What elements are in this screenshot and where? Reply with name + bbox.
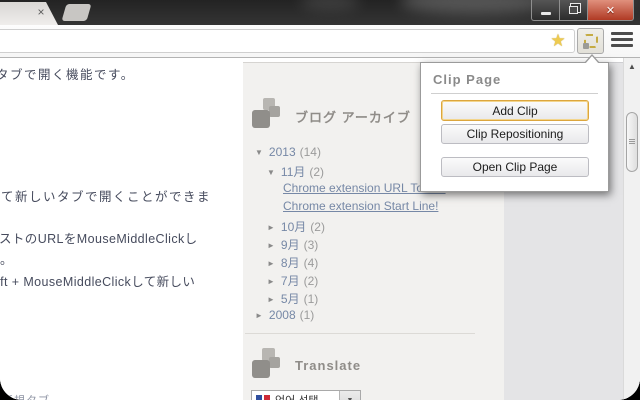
body-text-line: て新しいタブで開くことができま [1,190,212,204]
tab-strip: × ✕ [0,0,640,25]
clip-repositioning-button[interactable]: Clip Repositioning [441,124,589,144]
body-text-line: ストのURLをMouseMiddleClickし [0,232,198,246]
archive-month-link[interactable]: 7月 [281,274,300,288]
body-text-line: タブで開く機能です。 [0,68,135,82]
post-count: (2) [310,220,325,234]
language-select[interactable]: 언어 선택 ▼ [251,390,361,400]
tree-open-icon[interactable]: ▼ [267,168,275,177]
browser-toolbar: ★ [0,25,640,58]
popup-arrow [585,56,599,64]
clip-page-popup: Clip Page Add Clip Clip Repositioning Op… [420,54,609,192]
menu-icon[interactable] [611,32,633,50]
clipped-text-line: 新規タブ [2,392,50,400]
archive-year-link[interactable]: 2008 [269,308,296,322]
gadget-icon [269,106,280,117]
popup-title: Clip Page [433,72,502,87]
body-text-line: ift + MouseMiddleClickして新しい [0,275,196,289]
archive-month-link[interactable]: 11月 [281,165,305,179]
bookmark-star-icon[interactable]: ★ [548,31,568,51]
translate-gadget-title: Translate [295,358,362,373]
post-count: (4) [303,256,319,270]
active-tab[interactable] [0,2,58,25]
gadget-icon [252,360,270,378]
new-tab-button[interactable] [61,4,92,21]
archive-gadget-title: ブログ アーカイブ [295,110,411,125]
archive-month-row: ► 7月 (2) [267,272,318,289]
tree-closed-icon[interactable]: ► [267,223,275,232]
post-count: (3) [303,238,319,252]
tree-closed-icon[interactable]: ► [267,295,275,304]
archive-month-link[interactable]: 8月 [281,256,300,270]
thumb-grip [629,139,635,140]
post-count: (14) [299,145,321,159]
post-link[interactable]: Chrome extension Start Line! [283,199,438,213]
sidebar-divider [245,333,475,334]
window-controls: ✕ [531,0,634,21]
archive-month-link[interactable]: 5月 [281,292,300,306]
archive-month-row: ► 8月 (4) [267,254,318,271]
scroll-up-icon[interactable]: ▲ [624,58,640,75]
open-clip-page-button[interactable]: Open Clip Page [441,157,589,177]
archive-month-row: ► 9月 (3) [267,236,318,253]
archive-year-link[interactable]: 2013 [269,145,296,159]
minimize-button[interactable] [531,0,559,21]
archive-post-row: Chrome extension Start Line! [283,199,438,213]
archive-month-row: ► 5月 (1) [267,290,318,307]
scrollbar-thumb[interactable] [626,112,638,172]
browser-window: × ✕ ★ タブで開く機能です。 て新しいタブで開くことができま ストのURLを… [0,0,640,400]
minimize-icon [540,11,551,15]
tab-close-icon[interactable]: × [34,5,48,19]
tree-closed-icon[interactable]: ► [267,277,275,286]
tree-closed-icon[interactable]: ► [255,311,263,320]
scrollbar[interactable]: ▲ [623,58,640,400]
clip-extension-icon [582,34,598,49]
restore-icon [569,6,578,14]
tree-closed-icon[interactable]: ► [267,259,275,268]
body-text-line: 。 [0,253,13,267]
archive-year-row: ▼ 2013 (14) [255,145,321,159]
archive-month-row: ▼ 11月 (2) [267,163,324,180]
theme-texture [400,0,550,14]
post-count: (2) [309,165,325,179]
theme-texture [300,0,360,10]
post-count: (2) [303,274,319,288]
desktop-background: × ✕ ★ タブで開く機能です。 て新しいタブで開くことができま ストのURLを… [0,0,640,400]
archive-month-link[interactable]: 10月 [281,220,306,234]
add-clip-button[interactable]: Add Clip [441,100,589,121]
archive-year-row: ► 2008 (1) [255,308,314,322]
language-select-label: 언어 선택 [275,392,339,400]
chevron-down-icon[interactable]: ▼ [339,391,360,400]
clip-extension-button[interactable] [577,28,604,54]
gadget-icon [252,110,270,128]
close-button[interactable]: ✕ [587,0,634,21]
language-flag-icon [256,395,270,400]
gadget-icon [269,357,280,368]
tree-open-icon[interactable]: ▼ [255,148,263,157]
popup-divider [431,93,598,94]
archive-month-link[interactable]: 9月 [281,238,300,252]
tree-closed-icon[interactable]: ► [267,241,275,250]
restore-button[interactable] [559,0,587,21]
post-count: (1) [299,308,315,322]
post-count: (1) [303,292,319,306]
archive-month-row: ► 10月 (2) [267,218,325,235]
address-bar[interactable] [0,29,575,53]
